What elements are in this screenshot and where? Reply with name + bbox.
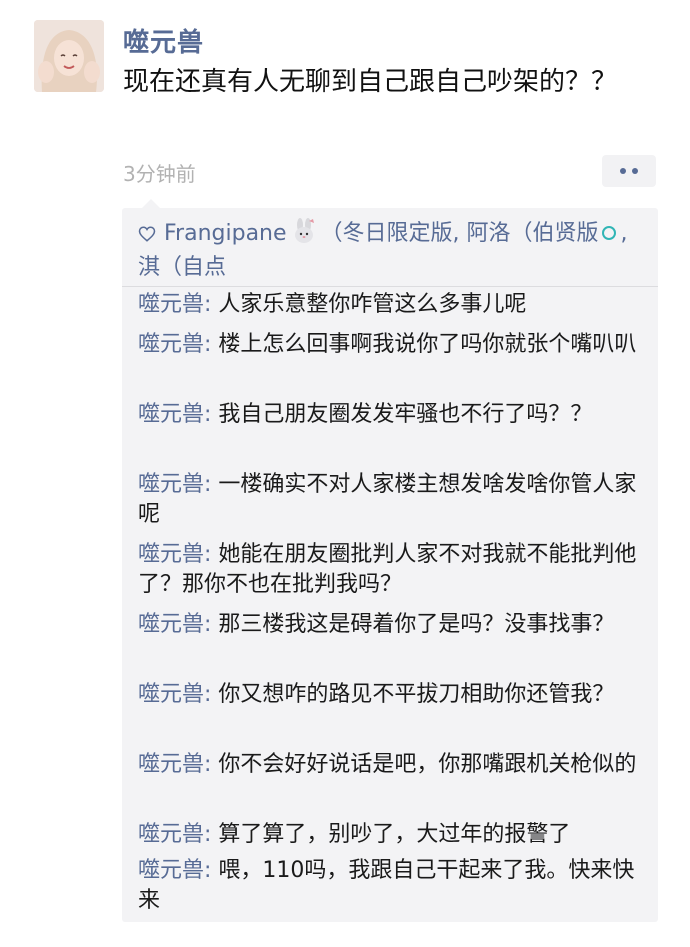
comment-text: 你又想咋的路见不平拔刀相助你还管我？ <box>218 682 615 707</box>
comment-item[interactable]: 噬元兽: 她能在朋友圈批判人家不对我就不能批判他了？那你不也在批判我吗？ <box>138 540 650 600</box>
post-text: 现在还真有人无聊到自己跟自己吵架的？？ <box>123 67 618 97</box>
comment-item[interactable]: 噬元兽: 喂，110吗，我跟自己干起来了我。快来快来 <box>138 856 650 916</box>
comment-item[interactable]: 噬元兽: 你又想咋的路见不平拔刀相助你还管我？ <box>138 680 650 710</box>
dot-icon <box>632 168 638 174</box>
comment-author[interactable]: 噬元兽 <box>138 822 204 847</box>
comment-item[interactable]: 噬元兽: 那三楼我这是碍着你了是吗？没事找事？ <box>138 610 650 640</box>
comment-text: 我自己朋友圈发发牢骚也不行了吗？？ <box>218 402 593 427</box>
post-author-name[interactable]: 噬元兽 <box>123 22 204 59</box>
comment-item[interactable]: 噬元兽: 我自己朋友圈发发牢骚也不行了吗？？ <box>138 400 650 430</box>
bunny-emoji-icon <box>291 218 317 253</box>
comment-text: 楼上怎么回事啊我说你了吗你就张个嘴叭叭 <box>218 332 637 357</box>
comment-author[interactable]: 噬元兽 <box>138 858 204 883</box>
comment-author[interactable]: 噬元兽 <box>138 292 204 317</box>
comment-item[interactable]: 噬元兽: 楼上怎么回事啊我说你了吗你就张个嘴叭叭 <box>138 330 650 360</box>
ring-emoji-icon <box>601 220 617 250</box>
comment-item[interactable]: 噬元兽: 算了算了，别吵了，大过年的报警了 <box>138 820 650 850</box>
comment-text: 那三楼我这是碍着你了是吗？没事找事？ <box>218 612 615 637</box>
comment-item[interactable]: 噬元兽: 一楼确实不对人家楼主想发啥发啥你管人家呢 <box>138 470 650 530</box>
comment-author[interactable]: 噬元兽 <box>138 682 204 707</box>
comment-box: Frangipane （冬日限定版, 阿洛（伯贤版 , 淇（自点 噬元兽: 人家… <box>122 199 658 922</box>
more-options-button[interactable] <box>602 155 656 187</box>
comment-author[interactable]: 噬元兽 <box>138 612 204 637</box>
comment-text: 算了算了，别吵了，大过年的报警了 <box>218 822 571 847</box>
comment-text: 你不会好好说话是吧，你那嘴跟机关枪似的 <box>218 752 637 777</box>
comment-author[interactable]: 噬元兽 <box>138 752 204 777</box>
divider <box>122 286 658 287</box>
avatar[interactable] <box>34 20 104 92</box>
dot-icon <box>620 168 626 174</box>
avatar-image <box>34 20 104 92</box>
liker-names[interactable]: （冬日限定版, 阿洛（伯贤版 <box>321 221 599 246</box>
comment-author[interactable]: 噬元兽 <box>138 542 204 567</box>
likes-row: Frangipane （冬日限定版, 阿洛（伯贤版 , 淇（自点 <box>138 218 648 283</box>
comment-author[interactable]: 噬元兽 <box>138 472 204 497</box>
comment-author[interactable]: 噬元兽 <box>138 402 204 427</box>
post-timestamp: 3分钟前 <box>123 162 196 186</box>
comment-text: 人家乐意整你咋管这么多事儿呢 <box>218 292 527 317</box>
heart-outline-icon <box>138 222 156 252</box>
comment-item[interactable]: 噬元兽: 你不会好好说话是吧，你那嘴跟机关枪似的 <box>138 750 650 780</box>
liker-name[interactable]: Frangipane <box>164 221 287 246</box>
comment-item[interactable]: 噬元兽: 人家乐意整你咋管这么多事儿呢 <box>138 290 650 320</box>
comment-author[interactable]: 噬元兽 <box>138 332 204 357</box>
